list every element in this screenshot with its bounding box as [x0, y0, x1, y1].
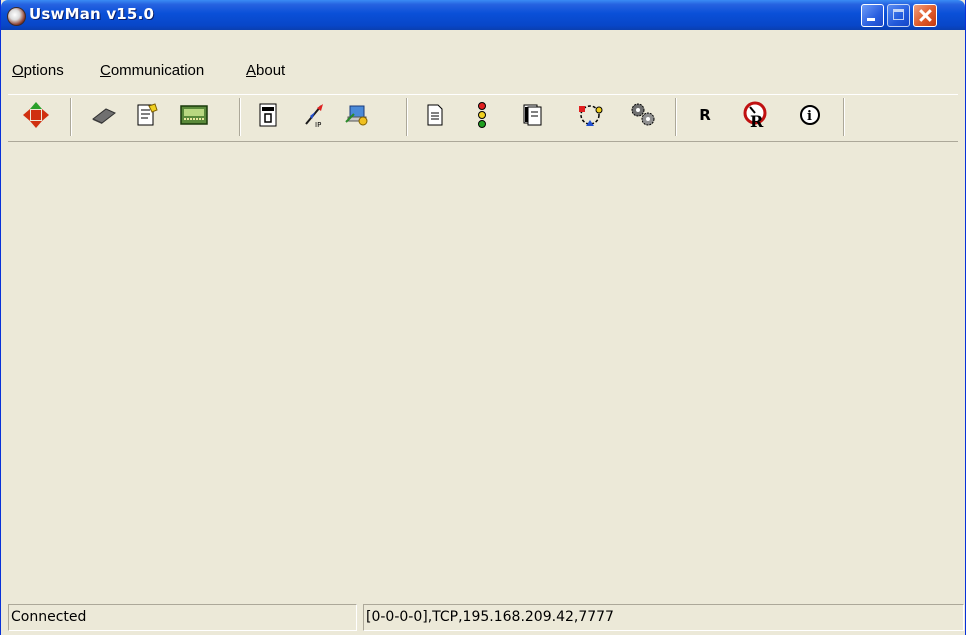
gears-icon [631, 103, 655, 126]
svg-text:IP: IP [315, 121, 321, 128]
menu-about-mnemonic: A [246, 62, 257, 79]
toolbar-button-gears[interactable] [628, 100, 658, 130]
network-icon [345, 105, 368, 126]
toolbar-button-move[interactable] [21, 100, 51, 130]
ip-pen-icon: IP [305, 104, 323, 128]
chip-icon [92, 108, 116, 124]
toolbar-button-network[interactable] [343, 100, 373, 130]
move-arrows-icon [23, 102, 49, 128]
main-window: UswMan v15.0 Options Communication About [0, 0, 966, 635]
gauge-r-icon: R [743, 101, 767, 130]
toolbar-button-chip[interactable] [89, 100, 119, 130]
calendar-icon [259, 103, 277, 127]
page-icon [427, 104, 443, 126]
menu-communication[interactable]: Communication [100, 62, 204, 79]
toolbar-button-pages[interactable] [519, 100, 549, 130]
toolbar-separator [406, 98, 408, 136]
toolbar-separator [675, 98, 677, 136]
menu-options-mnemonic: O [12, 62, 24, 79]
board-icon [180, 105, 208, 125]
title-bar[interactable]: UswMan v15.0 [1, 0, 965, 30]
toolbar-button-board[interactable] [179, 100, 209, 130]
toolbar-button-ip[interactable]: IP [299, 100, 329, 130]
minimize-button[interactable] [861, 4, 884, 27]
app-icon[interactable] [7, 7, 26, 26]
menu-options-label: ptions [23, 62, 64, 79]
menu-communication-label: ommunication [110, 62, 205, 79]
close-button[interactable] [913, 4, 937, 27]
pages-icon [523, 104, 542, 126]
info-letter: i [807, 109, 812, 124]
menu-options[interactable]: Options [12, 62, 64, 79]
toolbar-button-document-edit[interactable] [132, 100, 162, 130]
cycle-icon [579, 105, 603, 126]
toolbar-button-page[interactable] [420, 100, 450, 130]
toolbar-button-r[interactable]: R [690, 100, 720, 130]
client-area [8, 144, 963, 599]
toolbar-button-traffic-light[interactable] [467, 100, 497, 130]
toolbar-button-calendar[interactable] [253, 100, 283, 130]
toolbar-separator [843, 98, 845, 136]
status-connection-state: Connected [8, 604, 357, 631]
maximize-button[interactable] [887, 4, 910, 27]
menu-about-label: bout [256, 62, 286, 79]
menu-communication-mnemonic: C [100, 62, 111, 79]
toolbar-button-cycle[interactable] [575, 100, 605, 130]
gauge-r-letter: R [750, 112, 764, 130]
document-edit-icon [137, 103, 158, 126]
toolbar-button-info[interactable]: i [795, 100, 825, 130]
menu-about[interactable]: About [246, 62, 285, 79]
toolbar-separator [70, 98, 72, 136]
r-letter-icon: R [699, 106, 711, 124]
info-icon: i [800, 105, 820, 125]
traffic-light-icon [478, 102, 486, 128]
window-title: UswMan v15.0 [29, 5, 155, 23]
toolbar-separator [239, 98, 241, 136]
toolbar-button-gauge-r[interactable]: R [741, 100, 771, 130]
status-connection-details: [0-0-0-0],TCP,195.168.209.42,7777 [363, 604, 964, 631]
